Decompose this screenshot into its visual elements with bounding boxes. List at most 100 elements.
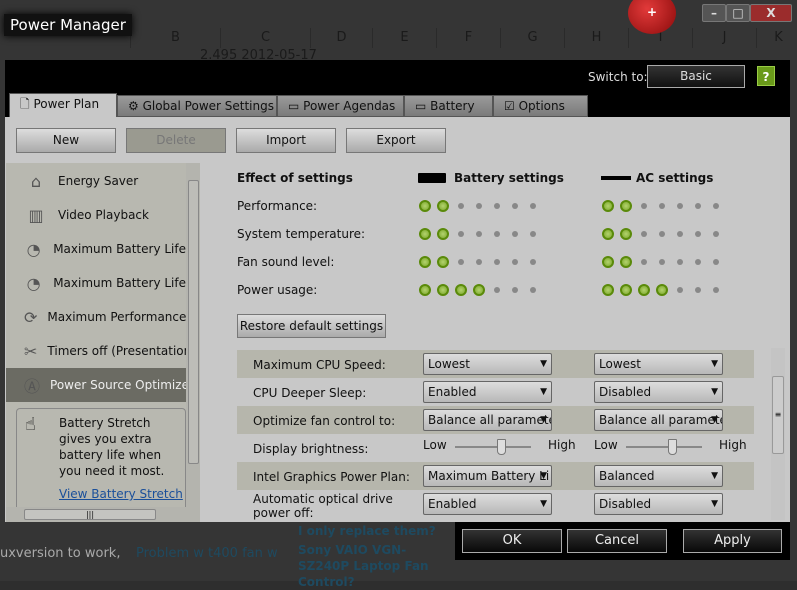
dropdown-value: Balance all paramete xyxy=(428,413,552,427)
level-dot-on xyxy=(656,284,668,296)
export-button[interactable]: Export xyxy=(346,128,446,153)
ok-button[interactable]: OK xyxy=(462,529,562,553)
column-header: D xyxy=(310,28,372,48)
level-dot-off xyxy=(659,231,665,237)
tab-power-agendas[interactable]: ▭ Power Agendas xyxy=(277,95,404,117)
level-dot-off xyxy=(512,287,518,293)
level-dot-off xyxy=(695,231,701,237)
slider-low-label: Low xyxy=(423,438,447,452)
battery-brightness-track[interactable] xyxy=(455,446,531,448)
level-dot-on xyxy=(602,256,614,268)
ac-setting-dropdown[interactable]: Balanced ▼ xyxy=(594,465,723,487)
chevron-down-icon: ▼ xyxy=(711,471,718,481)
minimize-button[interactable]: – xyxy=(702,4,726,22)
tab-power-plan[interactable]: 🗋 Power Plan xyxy=(9,93,117,117)
plan-item[interactable]: Ⓐ Power Source Optimized xyxy=(6,368,186,402)
level-dot-off xyxy=(695,203,701,209)
ac-settings-header: AC settings xyxy=(636,171,714,185)
background-link[interactable]: Problem w t400 fan w xyxy=(136,546,278,561)
close-button[interactable]: X xyxy=(750,4,792,22)
setting-label: Intel Graphics Power Plan: xyxy=(253,470,410,484)
delete-button[interactable]: Delete xyxy=(126,128,226,153)
ac-setting-dropdown[interactable]: Disabled ▼ xyxy=(594,493,723,515)
plan-label: Maximum Performance xyxy=(47,310,186,324)
film-icon: ▥ xyxy=(28,205,44,225)
scrollbar-thumb[interactable] xyxy=(188,180,199,464)
basic-mode-button[interactable]: Basic xyxy=(647,65,745,88)
plan-item[interactable]: ⌂ Energy Saver xyxy=(6,164,186,198)
chevron-down-icon: ▼ xyxy=(711,415,718,425)
tab-battery[interactable]: ▭ Battery xyxy=(404,95,493,117)
plan-item[interactable]: ▥ Video Playback xyxy=(6,198,186,232)
scrollbar-thumb[interactable]: ≡ xyxy=(772,376,784,454)
column-header: E xyxy=(372,28,436,48)
level-dot-on xyxy=(419,256,431,268)
column-header: F xyxy=(436,28,500,48)
chevron-down-icon: ▼ xyxy=(540,359,547,369)
plan-item[interactable]: ✂ Timers off (Presentation) xyxy=(6,334,186,368)
level-dot-on xyxy=(455,284,467,296)
help-icon[interactable]: ? xyxy=(757,66,775,86)
plan-item[interactable]: ◔ Maximum Battery Life xyxy=(6,232,186,266)
level-dot-on xyxy=(620,228,632,240)
level-dot-on xyxy=(620,200,632,212)
ac-brightness-slider[interactable] xyxy=(667,439,677,455)
ac-brightness-track[interactable] xyxy=(626,446,702,448)
battery-icon: ▭ xyxy=(415,99,431,113)
level-dot-on xyxy=(419,200,431,212)
dropdown-value: Disabled xyxy=(599,497,652,511)
scrollbar-thumb[interactable]: ||| xyxy=(24,509,156,520)
level-dot-on xyxy=(638,284,650,296)
setting-label: Automatic optical drive power off: xyxy=(253,492,393,520)
battery-brightness-slider[interactable] xyxy=(496,439,506,455)
tab-options[interactable]: ☑ Options xyxy=(493,95,588,117)
view-battery-stretch-link[interactable]: View Battery Stretch xyxy=(59,486,185,502)
level-dot-off xyxy=(530,203,536,209)
import-button[interactable]: Import xyxy=(236,128,336,153)
restore-defaults-button[interactable]: Restore default settings xyxy=(237,314,386,338)
maximize-button[interactable]: □ xyxy=(726,4,750,22)
battery-setting-dropdown[interactable]: Balance all paramete ▼ xyxy=(423,409,552,431)
plan-item[interactable]: ⟳ Maximum Performance xyxy=(6,300,186,334)
effect-label: Power usage: xyxy=(237,283,318,297)
slider-high-label: High xyxy=(548,438,576,452)
level-dot-off xyxy=(641,203,647,209)
gear-icon: ⚙ xyxy=(128,99,143,113)
ac-setting-dropdown[interactable]: Lowest ▼ xyxy=(594,353,723,375)
dropdown-value: Lowest xyxy=(428,357,470,371)
background-link[interactable]: I only replace them? xyxy=(298,524,436,538)
level-dot-off xyxy=(641,231,647,237)
battery-setting-dropdown[interactable]: Maximum Battery Li ▼ xyxy=(423,465,552,487)
level-dot-on xyxy=(419,228,431,240)
battery-level-dots xyxy=(419,283,539,297)
plan-label: Power Source Optimized xyxy=(50,378,186,392)
battery-icon xyxy=(418,173,446,183)
column-header: J xyxy=(692,28,756,48)
document-icon: 🗋 xyxy=(20,97,34,111)
battery-setting-dropdown[interactable]: Lowest ▼ xyxy=(423,353,552,375)
dropdown-value: Maximum Battery Li xyxy=(428,469,550,483)
level-dot-on xyxy=(437,256,449,268)
cancel-button[interactable]: Cancel xyxy=(567,529,667,553)
ac-setting-dropdown[interactable]: Balance all paramete ▼ xyxy=(594,409,723,431)
new-button[interactable]: New xyxy=(16,128,116,153)
plan-label: Energy Saver xyxy=(58,174,139,188)
battery-setting-dropdown[interactable]: Enabled ▼ xyxy=(423,493,552,515)
effect-label: System temperature: xyxy=(237,227,366,241)
tab-global-power-settings[interactable]: ⚙ Global Power Settings xyxy=(117,95,277,117)
apply-button[interactable]: Apply xyxy=(683,529,782,553)
chevron-down-icon: ▼ xyxy=(711,387,718,397)
level-dot-off xyxy=(677,203,683,209)
ac-level-dots xyxy=(602,227,722,241)
background-link[interactable]: Sony VAIO VGN-SZ240P Laptop Fan Control? xyxy=(298,542,453,590)
level-dot-off xyxy=(695,287,701,293)
effect-label: Performance: xyxy=(237,199,318,213)
hand-icon: ☝ xyxy=(25,414,36,435)
battery-setting-dropdown[interactable]: Enabled ▼ xyxy=(423,381,552,403)
plan-item[interactable]: ◔ Maximum Battery Life xyxy=(6,266,186,300)
column-header: G xyxy=(500,28,564,48)
level-dot-off xyxy=(458,231,464,237)
chevron-down-icon: ▼ xyxy=(540,387,547,397)
ac-setting-dropdown[interactable]: Disabled ▼ xyxy=(594,381,723,403)
level-dot-on xyxy=(602,228,614,240)
